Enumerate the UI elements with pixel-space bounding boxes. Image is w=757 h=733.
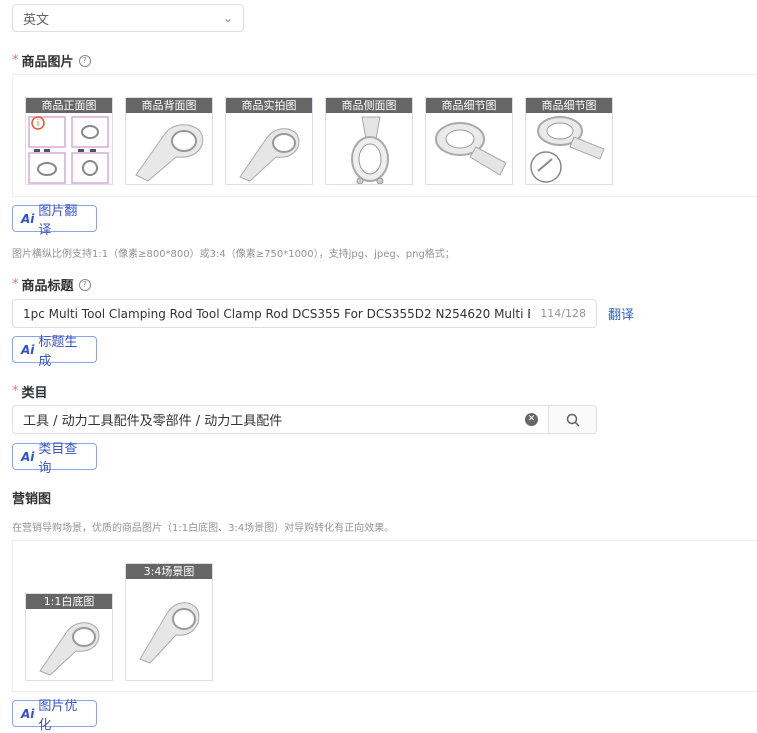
- product-title-label: * 商品标题 ?: [12, 275, 91, 294]
- language-select[interactable]: 英文 ⌄: [12, 4, 244, 32]
- image-caption: 商品背面图: [126, 98, 212, 113]
- image-translate-button[interactable]: Ai 图片翻译: [12, 204, 97, 238]
- image-caption: 1:1白底图: [26, 594, 112, 609]
- chevron-down-icon: ⌄: [222, 11, 233, 25]
- ai-icon: Ai: [21, 449, 35, 464]
- image-translate-label: 图片翻译: [38, 203, 78, 238]
- marketing-image-white-bg[interactable]: 1:1白底图: [25, 593, 113, 681]
- product-title-input[interactable]: 1pc Multi Tool Clamping Rod Tool Clamp R…: [12, 299, 597, 328]
- marketing-images-panel: 1:1白底图 3:4场景图: [12, 540, 757, 692]
- product-image-detail-2[interactable]: 商品细节图: [525, 97, 613, 185]
- marketing-hint: 在营销导购场景，优质的商品图片（1:1白底图、3:4场景图）对导购转化有正向效果…: [12, 523, 395, 534]
- search-icon: [566, 413, 580, 427]
- category-input[interactable]: 工具 / 动力工具配件及零部件 / 动力工具配件 ✕: [12, 405, 549, 434]
- marketing-label-text: 营销图: [12, 492, 52, 507]
- product-title-label-text: 商品标题: [21, 279, 74, 294]
- image-caption: 商品正面图: [26, 98, 112, 113]
- help-icon[interactable]: ?: [78, 278, 91, 291]
- category-label-text: 类目: [21, 386, 48, 401]
- product-image-side[interactable]: 商品侧面图: [325, 97, 413, 185]
- image-caption: 3:4场景图: [126, 564, 212, 579]
- product-image-graphic: [39, 622, 100, 676]
- required-mark: *: [12, 277, 19, 292]
- ai-icon: Ai: [21, 342, 35, 357]
- product-image-graphic: [239, 128, 300, 182]
- product-image-real[interactable]: 商品实拍图: [225, 97, 313, 185]
- category-search-button[interactable]: [548, 405, 597, 434]
- product-image-graphic: [139, 602, 200, 664]
- marketing-image-scene[interactable]: 3:4场景图: [125, 563, 213, 681]
- category-value: 工具 / 动力工具配件及零部件 / 动力工具配件: [23, 414, 283, 429]
- ai-icon: Ai: [21, 211, 35, 226]
- image-caption: 商品细节图: [426, 98, 512, 113]
- image-format-hint: 图片横纵比例支持1:1（像素≥800*800）或3:4（像素≥750*1000）…: [12, 249, 455, 260]
- required-mark: *: [12, 384, 19, 399]
- product-images-panel: 商品正面图 i 商品背面图 商品实拍图 商品侧面图 商品细节图 商品细节图: [12, 74, 757, 197]
- language-select-value: 英文: [23, 12, 50, 28]
- marketing-label: 营销图: [12, 488, 51, 507]
- product-images-label-text: 商品图片: [21, 55, 74, 70]
- image-caption: 商品细节图: [526, 98, 612, 113]
- product-title-value: 1pc Multi Tool Clamping Rod Tool Clamp R…: [23, 306, 531, 321]
- category-label: * 类目: [12, 382, 48, 401]
- category-query-label: 类目查询: [38, 441, 78, 476]
- title-translate-link[interactable]: 翻译: [608, 304, 634, 323]
- product-image-graphic: i: [28, 116, 109, 184]
- product-image-front[interactable]: 商品正面图 i: [25, 97, 113, 185]
- title-generate-button[interactable]: Ai 标题生成: [12, 335, 97, 369]
- product-image-graphic: [530, 116, 605, 183]
- title-generate-label: 标题生成: [38, 334, 78, 369]
- clear-icon[interactable]: ✕: [525, 413, 538, 426]
- required-mark: *: [12, 53, 19, 68]
- image-caption: 商品实拍图: [226, 98, 312, 113]
- product-image-graphic: [135, 124, 204, 182]
- product-image-detail-1[interactable]: 商品细节图: [425, 97, 513, 185]
- help-icon[interactable]: ?: [78, 54, 91, 67]
- image-caption: 商品侧面图: [326, 98, 412, 113]
- title-char-count: 114/128: [540, 307, 586, 320]
- product-images-label: * 商品图片 ?: [12, 51, 91, 70]
- svg-text:i: i: [37, 119, 40, 129]
- category-query-button[interactable]: Ai 类目查询: [12, 442, 97, 476]
- product-image-graphic: [351, 116, 389, 184]
- product-image-graphic: [435, 122, 507, 176]
- product-image-back[interactable]: 商品背面图: [125, 97, 213, 185]
